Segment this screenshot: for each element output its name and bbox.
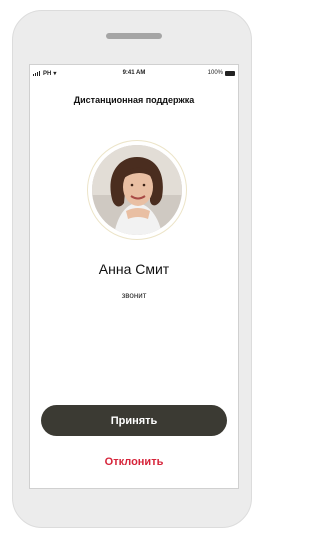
screen-title: Дистанционная поддержка bbox=[73, 95, 195, 105]
decline-button[interactable]: Отклонить bbox=[30, 456, 238, 468]
call-status: звонит bbox=[121, 291, 147, 300]
battery-label: 100% bbox=[207, 70, 223, 76]
phone-speaker bbox=[106, 33, 162, 39]
caller-name: Анна Смит bbox=[98, 261, 170, 277]
battery-icon bbox=[225, 70, 235, 76]
caller-avatar bbox=[92, 145, 182, 235]
phone-screen: PH ▾ 9:41 AM 100% Дистанционная поддержк… bbox=[29, 64, 239, 489]
accept-button[interactable]: Принять bbox=[41, 405, 227, 436]
status-battery: 100% bbox=[208, 70, 235, 76]
